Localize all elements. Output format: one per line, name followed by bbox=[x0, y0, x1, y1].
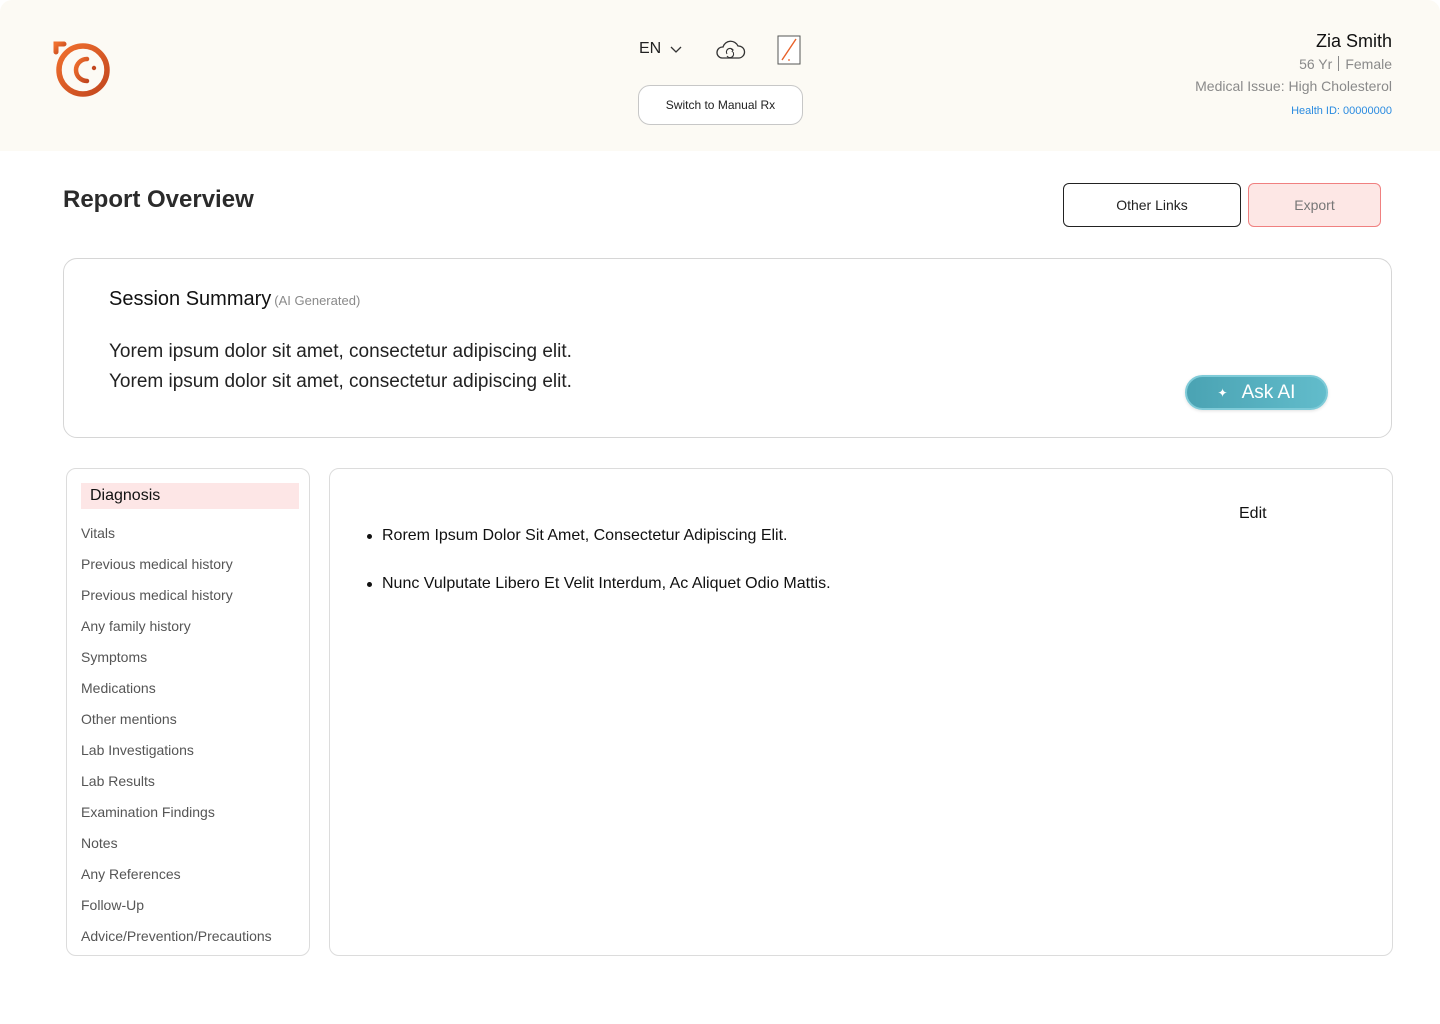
session-summary-heading: Session Summary (AI Generated) bbox=[109, 288, 360, 311]
language-selector[interactable]: EN bbox=[639, 40, 683, 58]
top-header: EN Switch to Manual Rx Zia Smith 56 Yr Fe… bbox=[0, 0, 1440, 151]
session-summary-text: Yorem ipsum dolor sit amet, consectetur … bbox=[109, 337, 572, 397]
sidebar-item-examination-findings[interactable]: Examination Findings bbox=[81, 803, 215, 821]
summary-line: Yorem ipsum dolor sit amet, consectetur … bbox=[109, 341, 572, 362]
ai-generated-tag: (AI Generated) bbox=[274, 293, 361, 308]
list-item: Nunc Vulputate Libero Et Velit Interdum,… bbox=[367, 574, 831, 594]
sidebar-item-family-history[interactable]: Any family history bbox=[81, 617, 191, 635]
sidebar-item-vitals[interactable]: Vitals bbox=[81, 524, 115, 542]
sidebar-item-advice[interactable]: Advice/Prevention/Precautions bbox=[81, 927, 272, 945]
patient-name: Zia Smith bbox=[1315, 31, 1392, 51]
logo-icon[interactable] bbox=[50, 38, 112, 100]
sidebar-item-symptoms[interactable]: Symptoms bbox=[81, 648, 147, 666]
health-id-link[interactable]: Health ID: 00000000 bbox=[1195, 104, 1392, 118]
patient-demographics: 56 Yr Female bbox=[1195, 54, 1392, 74]
sidebar-item-lab-investigations[interactable]: Lab Investigations bbox=[81, 741, 194, 759]
report-sections-nav: Diagnosis Vitals Previous medical histor… bbox=[66, 468, 310, 956]
page-title: Report Overview bbox=[63, 186, 254, 213]
sidebar-item-previous-medical-history[interactable]: Previous medical history bbox=[81, 555, 233, 573]
sparkle-icon: ✦ bbox=[1217, 385, 1228, 400]
sidebar-item-references[interactable]: Any References bbox=[81, 865, 181, 883]
diagnosis-content-panel: Edit Rorem Ipsum Dolor Sit Amet, Consect… bbox=[329, 468, 1393, 956]
sidebar-item-previous-medical-history[interactable]: Previous medical history bbox=[81, 586, 233, 604]
session-summary-title: Session Summary bbox=[109, 288, 272, 310]
other-links-button[interactable]: Other Links bbox=[1063, 183, 1241, 227]
ask-ai-label: Ask AI bbox=[1241, 381, 1296, 403]
sidebar-item-medications[interactable]: Medications bbox=[81, 679, 156, 697]
edit-button[interactable]: Edit bbox=[1239, 505, 1267, 523]
summary-line: Yorem ipsum dolor sit amet, consectetur … bbox=[109, 371, 572, 392]
switch-to-manual-rx-button[interactable]: Switch to Manual Rx bbox=[638, 85, 803, 125]
sidebar-item-lab-results[interactable]: Lab Results bbox=[81, 772, 155, 790]
notepad-icon[interactable] bbox=[777, 35, 801, 65]
divider bbox=[1338, 56, 1340, 71]
patient-age: 56 Yr bbox=[1299, 56, 1333, 72]
language-label: EN bbox=[639, 40, 662, 57]
sidebar-item-notes[interactable]: Notes bbox=[81, 834, 118, 852]
sidebar-item-follow-up[interactable]: Follow-Up bbox=[81, 896, 144, 914]
sidebar-item-diagnosis[interactable]: Diagnosis bbox=[81, 483, 299, 509]
diagnosis-list: Rorem Ipsum Dolor Sit Amet, Consectetur … bbox=[367, 526, 831, 622]
patient-gender: Female bbox=[1345, 56, 1392, 72]
cloud-sync-icon[interactable] bbox=[714, 38, 746, 62]
patient-info: Zia Smith 56 Yr Female Medical Issue: Hig… bbox=[1195, 30, 1392, 118]
sidebar-item-other-mentions[interactable]: Other mentions bbox=[81, 710, 177, 728]
session-summary-card: Session Summary (AI Generated) Yorem ipsu… bbox=[63, 258, 1392, 438]
list-item: Rorem Ipsum Dolor Sit Amet, Consectetur … bbox=[367, 526, 831, 546]
export-button[interactable]: Export bbox=[1248, 183, 1381, 227]
patient-medical-issue: Medical Issue: High Cholesterol bbox=[1195, 78, 1392, 94]
ask-ai-button[interactable]: ✦ Ask AI bbox=[1185, 375, 1328, 410]
chevron-down-icon bbox=[670, 46, 682, 53]
